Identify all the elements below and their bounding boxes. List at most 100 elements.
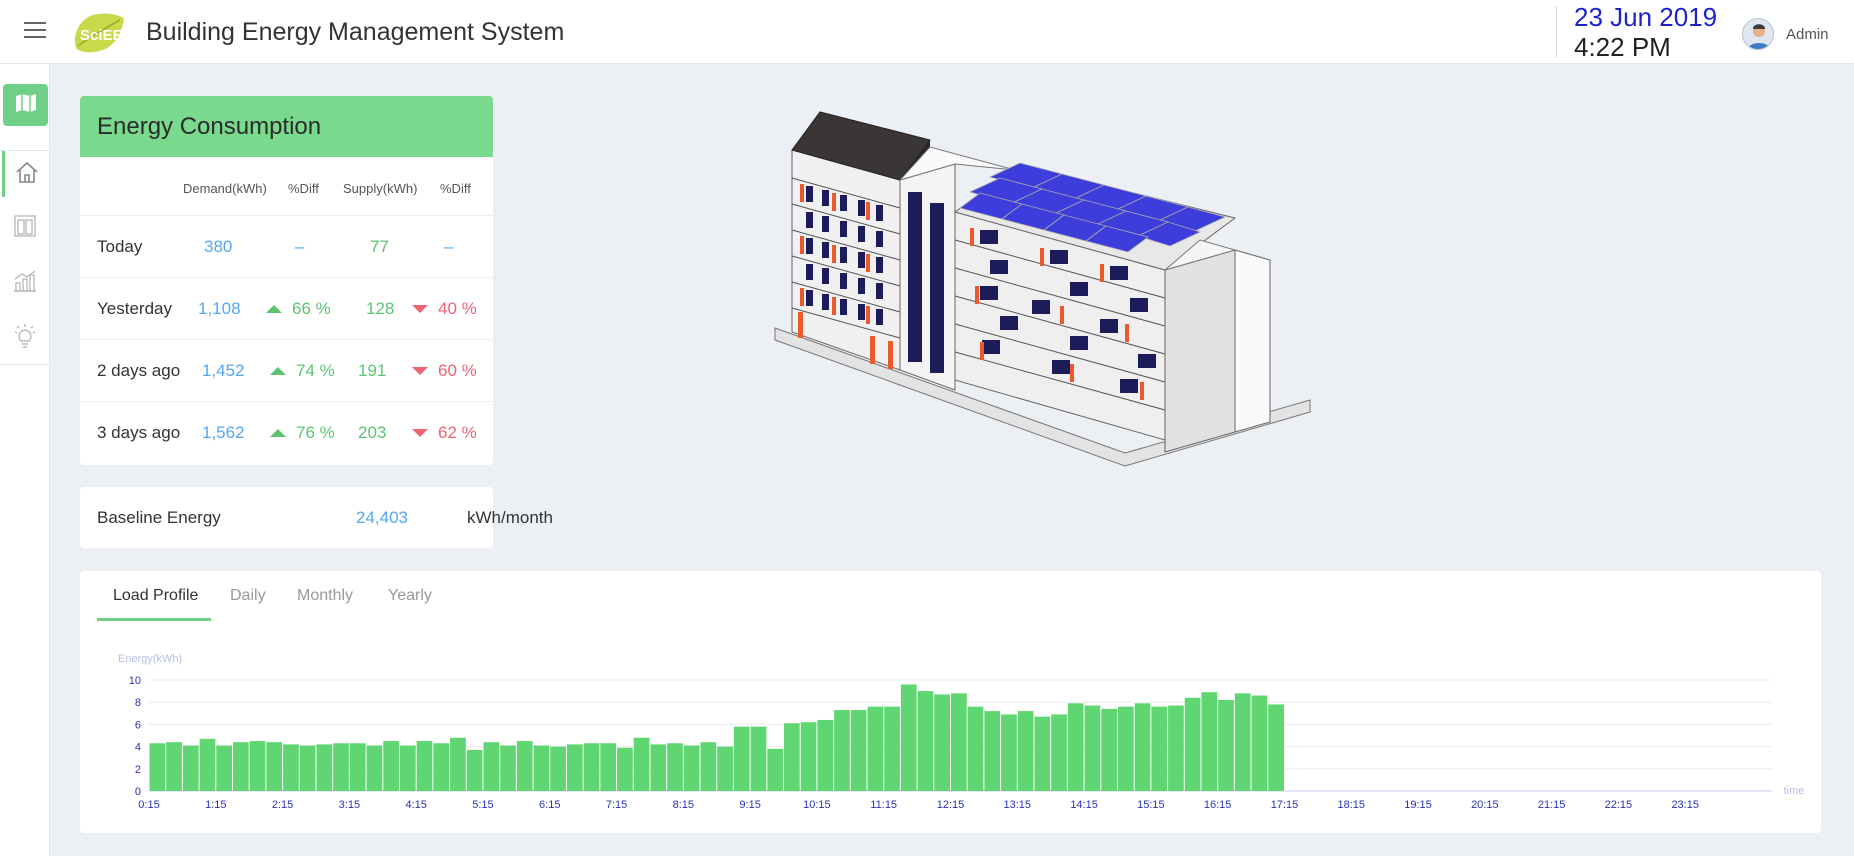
x-tick-label: 2:15 <box>272 799 293 811</box>
demand-value: 380 <box>204 236 233 256</box>
chart-bar <box>834 709 850 791</box>
x-tick-label: 6:15 <box>539 799 560 811</box>
chart-bar <box>817 719 834 791</box>
svg-text:SciEE: SciEE <box>80 27 123 44</box>
chart-bar <box>967 706 984 791</box>
chart-bar <box>232 742 249 791</box>
x-tick-label: 11:15 <box>870 799 897 811</box>
topbar-divider <box>1556 6 1557 58</box>
column-header-supply: Supply(kWh) <box>343 180 418 196</box>
sidebar-item-analytics[interactable] <box>2 260 48 306</box>
hamburger-menu-icon[interactable] <box>24 22 46 40</box>
x-tick-label: 0:15 <box>138 799 159 811</box>
user-avatar[interactable] <box>1742 18 1774 50</box>
chart-bar <box>366 745 383 791</box>
chart-bar <box>283 744 299 791</box>
column-header-demand: Demand(kWh) <box>183 180 267 196</box>
supply-diff: 40 % <box>438 298 477 318</box>
analytics-icon <box>12 269 38 298</box>
top-bar: SciEE Building Energy Management System … <box>0 0 1854 64</box>
supply-value: 203 <box>358 422 387 442</box>
trend-up-icon <box>266 304 282 313</box>
sidebar-item-lighting[interactable] <box>2 315 48 361</box>
baseline-label: Baseline Energy <box>97 507 221 527</box>
chart-bar <box>433 743 450 791</box>
sidebar <box>0 64 50 856</box>
x-tick-label: 20:15 <box>1471 799 1499 811</box>
y-axis-label: Energy(kWh) <box>118 653 182 665</box>
demand-diff: 74 % <box>296 360 335 380</box>
home-icon <box>15 161 39 188</box>
chart-bar <box>483 742 500 791</box>
trend-down-icon <box>412 428 428 437</box>
chart-bar <box>600 743 617 791</box>
chart-bar <box>450 737 466 791</box>
x-tick-label: 17:15 <box>1271 799 1299 811</box>
chart-bar <box>416 741 433 791</box>
chart-bar <box>850 709 867 791</box>
chart-bar <box>399 745 416 791</box>
chart-bar <box>1268 704 1284 791</box>
building-3d-model[interactable] <box>770 100 1410 550</box>
baseline-unit: kWh/month <box>467 507 553 527</box>
x-axis-label: time <box>1784 785 1805 797</box>
trend-down-icon <box>412 366 428 375</box>
x-tick-label: 23:15 <box>1671 799 1699 811</box>
chart-bar <box>1218 699 1234 791</box>
chart-bar <box>299 745 316 791</box>
y-tick-label: 4 <box>135 742 141 754</box>
sidebar-item-map[interactable] <box>3 84 48 126</box>
table-header-row: Demand(kWh) %Diff Supply(kWh) %Diff <box>80 157 493 219</box>
supply-value: 77 <box>370 236 389 256</box>
chart-bar <box>533 745 550 791</box>
chart-bar <box>1051 714 1067 791</box>
baseline-energy-card: Baseline Energy 24,403 kWh/month <box>80 487 553 548</box>
demand-value: 1,562 <box>202 422 245 442</box>
x-tick-label: 3:15 <box>339 799 360 811</box>
column-header-demand-diff: %Diff <box>288 180 319 196</box>
chart-bar <box>617 747 633 791</box>
chart-bar <box>884 706 900 791</box>
chart-bar <box>1101 708 1117 791</box>
sidebar-item-home[interactable] <box>2 151 48 197</box>
user-name[interactable]: Admin <box>1786 26 1829 43</box>
supply-diff: – <box>444 236 454 256</box>
app-title: Building Energy Management System <box>146 18 565 46</box>
chart-bar <box>767 748 784 791</box>
sidebar-divider <box>0 364 50 365</box>
x-tick-label: 12:15 <box>937 799 965 811</box>
demand-value: 1,108 <box>198 298 241 318</box>
trend-up-icon <box>270 366 286 375</box>
chart-bar <box>867 706 884 791</box>
chart-bar <box>166 742 182 791</box>
y-tick-label: 6 <box>135 719 141 731</box>
x-tick-label: 22:15 <box>1605 799 1633 811</box>
supply-diff: 62 % <box>438 422 477 442</box>
x-tick-label: 13:15 <box>1004 799 1032 811</box>
demand-value: 1,452 <box>202 360 245 380</box>
chart-bar <box>266 742 283 791</box>
chart-bar <box>1134 703 1151 791</box>
energy-consumption-title: Energy Consumption <box>80 96 493 157</box>
chart-bar <box>1017 711 1034 791</box>
trend-up-icon <box>270 428 286 437</box>
chart-bar <box>667 743 683 791</box>
x-tick-label: 18:15 <box>1337 799 1365 811</box>
baseline-value: 24,403 <box>356 507 408 527</box>
x-tick-label: 10:15 <box>803 799 831 811</box>
chart-bar <box>1184 697 1201 791</box>
map-icon <box>15 93 37 118</box>
chart-bar <box>717 746 733 791</box>
energy-consumption-card: Energy Consumption Demand(kWh) %Diff Sup… <box>80 96 493 465</box>
chart-bar <box>1201 692 1218 791</box>
chart-bar <box>216 745 232 791</box>
x-tick-label: 9:15 <box>739 799 760 811</box>
x-tick-label: 4:15 <box>405 799 426 811</box>
x-tick-label: 16:15 <box>1204 799 1232 811</box>
chart-bar <box>383 741 399 791</box>
chart-bar <box>1067 703 1084 791</box>
sidebar-item-building[interactable] <box>2 205 48 251</box>
chart-bar <box>550 746 566 791</box>
chart-bar <box>683 745 700 791</box>
demand-diff: 76 % <box>296 422 335 442</box>
